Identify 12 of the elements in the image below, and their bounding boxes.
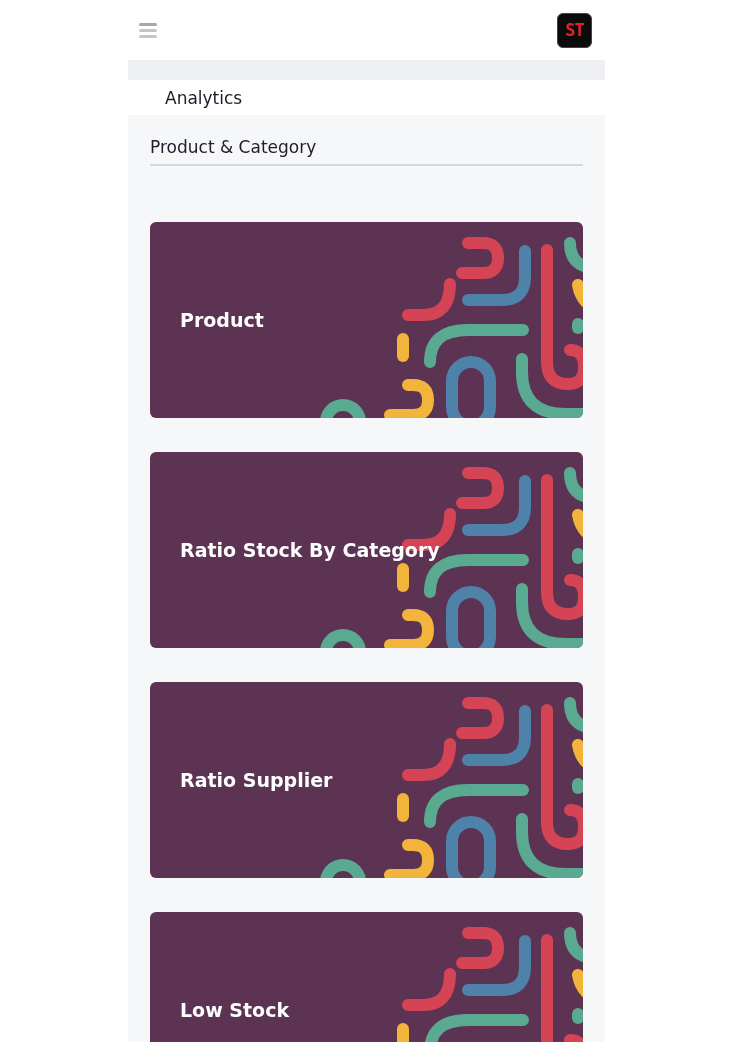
card-title: Low Stock <box>180 999 290 1021</box>
page-title: Analytics <box>165 87 243 108</box>
card-title: Ratio Supplier <box>180 769 333 791</box>
card-title: Ratio Stock By Category <box>180 539 440 561</box>
menu-icon[interactable] <box>139 22 157 38</box>
report-card[interactable]: Product <box>150 222 583 418</box>
report-card[interactable]: Ratio Stock By Category <box>150 452 583 648</box>
report-card[interactable]: Ratio Supplier <box>150 682 583 878</box>
logo: ST <box>557 12 592 48</box>
card-title: Product <box>180 309 264 331</box>
report-card[interactable]: Low Stock <box>150 912 583 1042</box>
section-title: Product & Category <box>150 137 583 166</box>
